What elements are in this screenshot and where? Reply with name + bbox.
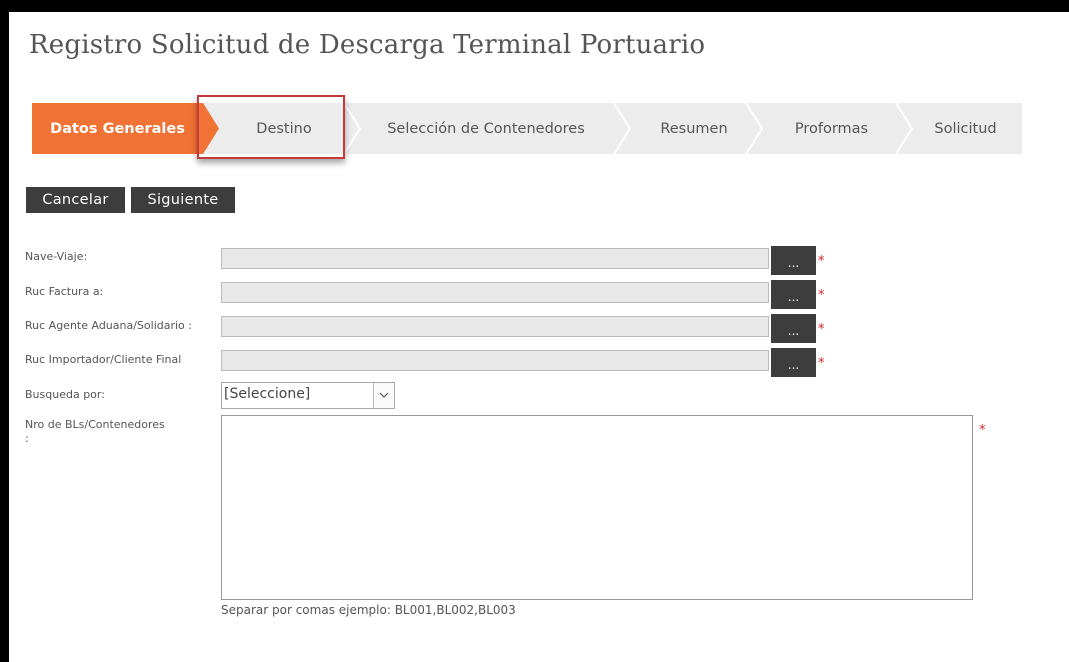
required-mark: * [818, 288, 825, 303]
wizard-steps: Datos Generales Destino Selección de Con… [32, 103, 1022, 154]
cancel-button[interactable]: Cancelar [26, 187, 125, 213]
step-label: Solicitud [934, 120, 997, 137]
page-title: Registro Solicitud de Descarga Terminal … [29, 30, 706, 60]
ruc-importador-label: Ruc Importador/Cliente Final [25, 353, 182, 366]
destino-highlight-box [197, 95, 345, 159]
required-mark: * [818, 254, 825, 269]
nave-viaje-lookup-button[interactable]: ... [771, 246, 816, 275]
required-mark: * [979, 423, 986, 438]
nro-bls-hint: Separar por comas ejemplo: BL001,BL002,B… [221, 603, 516, 617]
nave-viaje-label: Nave-Viaje: [25, 250, 88, 263]
ruc-factura-lookup-button[interactable]: ... [771, 280, 816, 309]
next-button[interactable]: Siguiente [131, 187, 235, 213]
step-label: Datos Generales [50, 120, 185, 137]
step-resumen[interactable]: Resumen [629, 103, 759, 154]
page-frame: Registro Solicitud de Descarga Terminal … [9, 12, 1069, 662]
step-proformas[interactable]: Proformas [759, 103, 904, 154]
step-label: Resumen [660, 120, 728, 137]
required-mark: * [818, 322, 825, 337]
ruc-factura-label: Ruc Factura a: [25, 285, 104, 298]
required-mark: * [818, 356, 825, 371]
step-separator-icon [343, 103, 362, 154]
ruc-agente-lookup-button[interactable]: ... [771, 314, 816, 343]
ruc-agente-input[interactable] [221, 316, 769, 337]
nro-bls-label: Nro de BLs/Contenedores [25, 418, 165, 431]
step-seleccion-contenedores[interactable]: Selección de Contenedores [360, 103, 612, 154]
ruc-agente-label: Ruc Agente Aduana/Solidario : [25, 319, 192, 332]
nro-bls-label-colon: : [25, 432, 29, 445]
ruc-importador-lookup-button[interactable]: ... [771, 348, 816, 377]
step-solicitud[interactable]: Solicitud [909, 103, 1022, 154]
busqueda-selected-value: [Seleccione] [224, 386, 311, 402]
step-label: Proformas [794, 120, 869, 137]
busqueda-label: Busqueda por: [25, 388, 105, 401]
ruc-factura-input[interactable] [221, 282, 769, 303]
step-label: Selección de Contenedores [387, 120, 585, 137]
nave-viaje-input[interactable] [221, 248, 769, 269]
chevron-down-icon[interactable] [373, 383, 393, 408]
ruc-importador-input[interactable] [221, 350, 769, 371]
nro-bls-textarea[interactable] [221, 415, 973, 600]
step-datos-generales[interactable]: Datos Generales [32, 103, 203, 154]
busqueda-select[interactable]: [Seleccione] [221, 382, 395, 409]
